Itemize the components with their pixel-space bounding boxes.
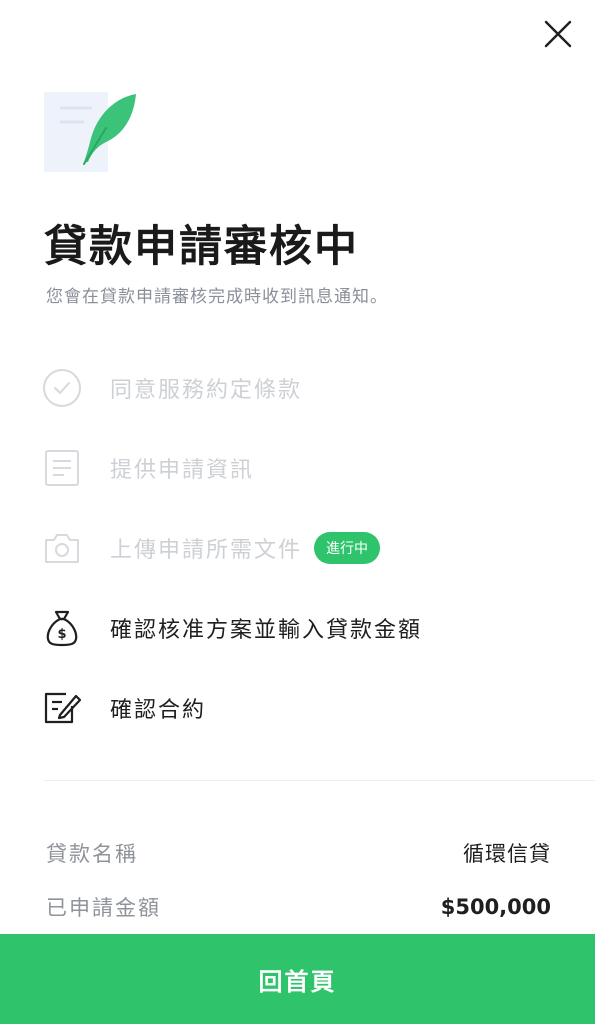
progress-steps: 同意服務約定條款 提供申請資訊 上傳申請所需文件 進行中 $ 確認核准方案並輸入…	[42, 348, 562, 748]
money-bag-icon: $	[42, 608, 82, 648]
step-label: 上傳申請所需文件	[110, 538, 303, 563]
step-confirm-contract: 確認合約	[42, 668, 562, 748]
step-confirm-plan: $ 確認核准方案並輸入貸款金額	[42, 588, 562, 668]
step-label: 提供申請資訊	[110, 458, 255, 483]
sign-contract-icon	[42, 688, 82, 728]
in-progress-badge: 進行中	[314, 532, 381, 564]
step-agree-terms: 同意服務約定條款	[42, 348, 562, 428]
back-home-button[interactable]: 回首頁	[0, 934, 595, 1024]
applied-amount-row: 已申請金額 $500,000	[46, 892, 551, 922]
step-provide-info: 提供申請資訊	[42, 428, 562, 508]
step-upload-documents: 上傳申請所需文件 進行中	[42, 508, 562, 588]
page-subtitle: 您會在貸款申請審核完成時收到訊息通知。	[46, 287, 388, 307]
loan-name-value: 循環信貸	[463, 842, 551, 866]
loan-name-row: 貸款名稱 循環信貸	[46, 838, 551, 868]
applied-amount-value: $500,000	[440, 895, 551, 919]
applied-amount-label: 已申請金額	[46, 896, 161, 920]
step-label: 確認合約	[110, 698, 207, 723]
step-label: 同意服務約定條款	[110, 378, 303, 403]
step-label: 確認核准方案並輸入貸款金額	[110, 618, 423, 643]
section-divider	[44, 780, 595, 781]
svg-text:$: $	[57, 627, 66, 642]
feather-document-icon	[44, 92, 136, 172]
document-icon	[42, 448, 82, 488]
page-title: 貸款申請審核中	[44, 222, 359, 272]
loan-name-label: 貸款名稱	[46, 842, 138, 866]
close-icon	[544, 20, 572, 48]
check-circle-icon	[42, 368, 82, 408]
camera-icon	[42, 528, 82, 568]
close-button[interactable]	[536, 14, 580, 54]
loan-review-screen: 貸款申請審核中 您會在貸款申請審核完成時收到訊息通知。 同意服務約定條款 提供申…	[0, 0, 595, 1024]
